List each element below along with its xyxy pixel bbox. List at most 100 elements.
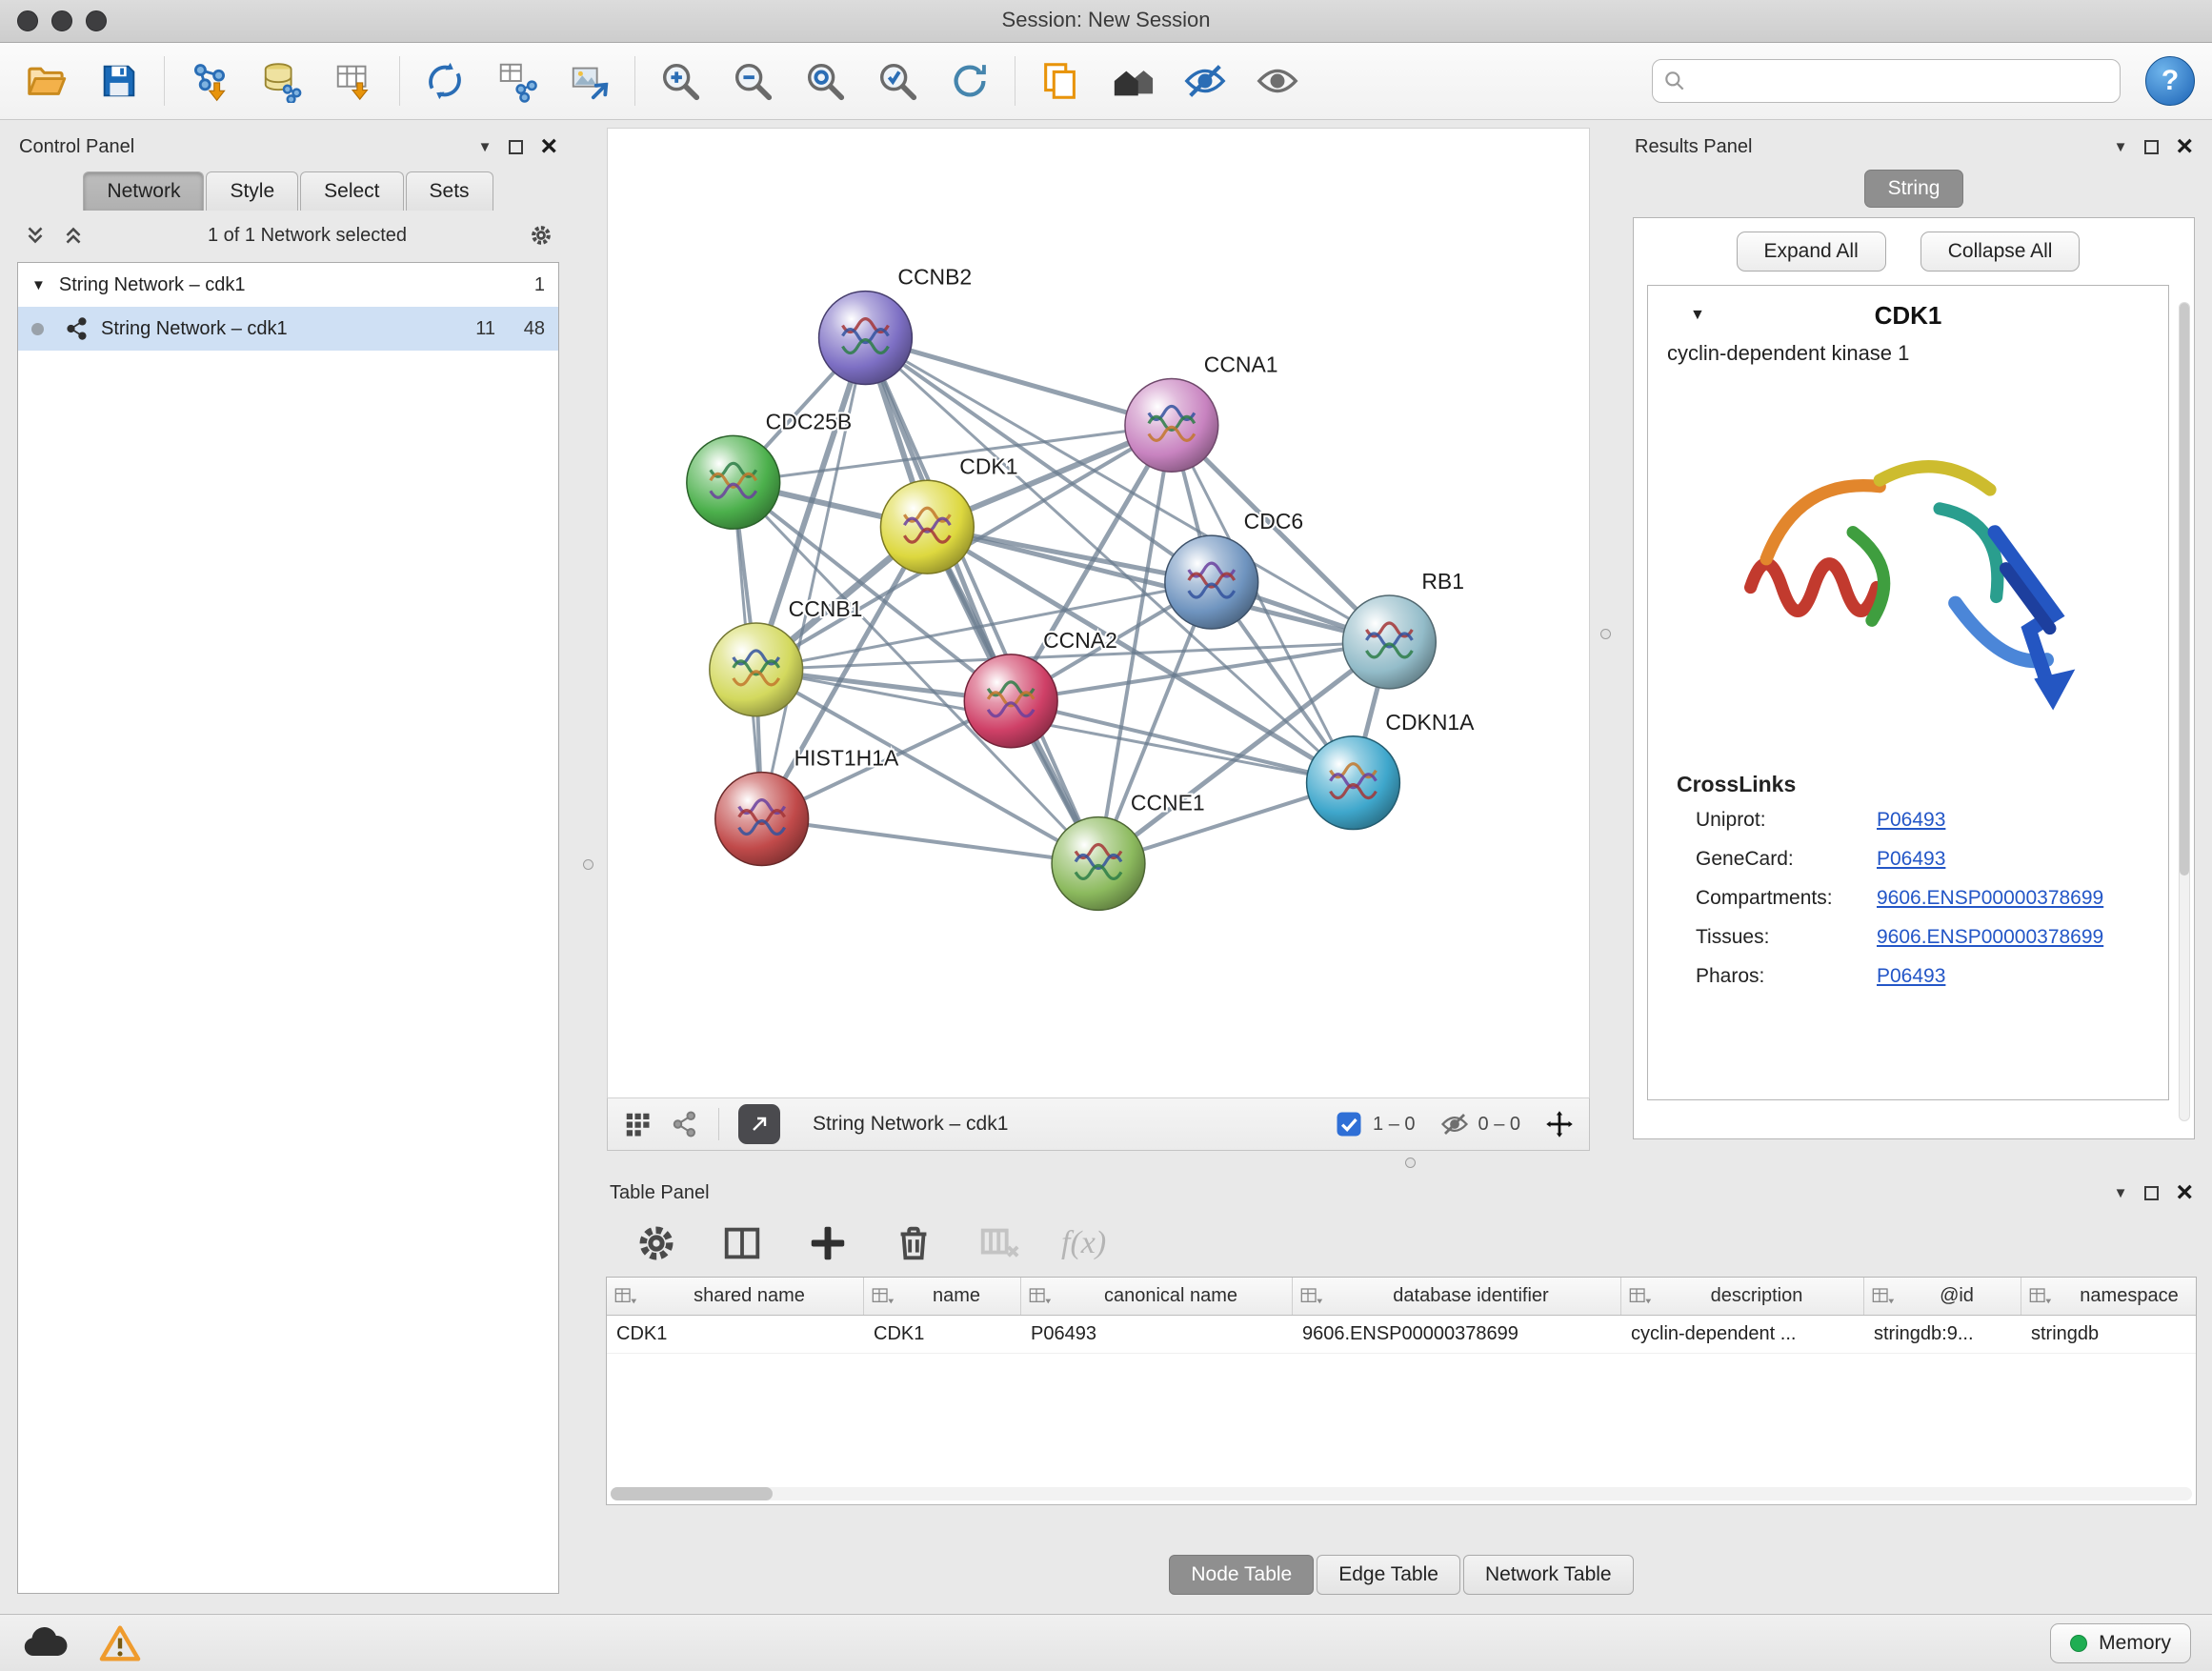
tab-node-table[interactable]: Node Table bbox=[1169, 1555, 1314, 1595]
splitter-handle[interactable] bbox=[583, 859, 593, 870]
grid-view-icon[interactable] bbox=[623, 1110, 652, 1138]
zoom-selected-button[interactable] bbox=[868, 51, 927, 111]
toolbar-separator bbox=[164, 56, 165, 106]
node-label: CCNB1 bbox=[789, 596, 863, 621]
network-node-RB1[interactable]: RB1 bbox=[1342, 569, 1463, 689]
hidden-eye-icon[interactable] bbox=[1440, 1110, 1469, 1138]
save-session-button[interactable] bbox=[90, 51, 149, 111]
home-layout-button[interactable] bbox=[1103, 51, 1162, 111]
network-node-CDKN1A[interactable]: CDKN1A bbox=[1307, 710, 1476, 830]
tab-string[interactable]: String bbox=[1864, 170, 1964, 208]
splitter-handle[interactable] bbox=[1405, 1158, 1416, 1168]
warning-icon[interactable] bbox=[95, 1624, 145, 1662]
network-node-CCNB1[interactable]: CCNB1 bbox=[710, 596, 863, 716]
crosslink-value[interactable]: 9606.ENSP00000378699 bbox=[1877, 887, 2103, 910]
save-floppy-icon bbox=[97, 59, 141, 103]
panel-menu-icon[interactable]: ▼ bbox=[2114, 1186, 2128, 1200]
crosslink-value[interactable]: P06493 bbox=[1877, 965, 1945, 988]
new-network-button[interactable] bbox=[415, 51, 474, 111]
tab-network[interactable]: Network bbox=[83, 171, 204, 211]
network-canvas[interactable]: CCNB2CCNA1CDC25BCDK1CDC6RB1CCNB1CCNA2CDK… bbox=[607, 128, 1590, 1098]
network-edge[interactable] bbox=[762, 819, 1098, 864]
table-options-button[interactable] bbox=[633, 1219, 680, 1267]
crosslink-value[interactable]: P06493 bbox=[1877, 809, 1945, 832]
export-image-button[interactable] bbox=[560, 51, 619, 111]
selected-checkbox-icon[interactable] bbox=[1335, 1110, 1363, 1138]
show-columns-button[interactable] bbox=[718, 1219, 766, 1267]
column-header-canonical-name[interactable]: canonical name bbox=[1021, 1278, 1293, 1315]
network-node-CDC6[interactable]: CDC6 bbox=[1165, 509, 1303, 629]
create-column-button[interactable] bbox=[804, 1219, 852, 1267]
expand-all-icon[interactable] bbox=[61, 223, 86, 248]
refresh-view-button[interactable] bbox=[940, 51, 999, 111]
network-node-CDK1[interactable]: CDK1 bbox=[880, 453, 1017, 574]
panel-menu-icon[interactable]: ▼ bbox=[2114, 140, 2128, 154]
expand-all-button[interactable]: Expand All bbox=[1737, 232, 1886, 272]
network-collection-row[interactable]: ▼ String Network – cdk1 1 bbox=[18, 263, 558, 307]
panel-close-icon[interactable]: × bbox=[2176, 1178, 2193, 1207]
network-node-HIST1H1A[interactable]: HIST1H1A bbox=[715, 746, 899, 866]
crosslink-value[interactable]: P06493 bbox=[1877, 848, 1945, 871]
cloud-icon[interactable] bbox=[21, 1624, 70, 1662]
toolbar-search[interactable] bbox=[1652, 59, 2121, 103]
show-all-button[interactable] bbox=[1248, 51, 1307, 111]
horizontal-scrollbar[interactable] bbox=[611, 1487, 2192, 1500]
network-edge[interactable] bbox=[865, 338, 1098, 864]
hide-selected-button[interactable] bbox=[1176, 51, 1235, 111]
detach-view-button[interactable] bbox=[738, 1104, 780, 1144]
column-header-shared-name[interactable]: shared name bbox=[607, 1278, 864, 1315]
network-row[interactable]: String Network – cdk1 11 48 bbox=[18, 307, 558, 351]
panel-float-icon[interactable] bbox=[509, 140, 523, 154]
zoom-fit-button[interactable] bbox=[795, 51, 855, 111]
tab-edge-table[interactable]: Edge Table bbox=[1317, 1555, 1460, 1595]
network-from-table-icon bbox=[495, 59, 539, 103]
zoom-in-icon bbox=[658, 59, 702, 103]
import-network-database-icon bbox=[260, 59, 304, 103]
entry-disclosure-icon[interactable]: ▼ bbox=[1690, 307, 1705, 324]
control-panel-header: Control Panel ▼ × bbox=[10, 128, 567, 166]
column-header-description[interactable]: description bbox=[1621, 1278, 1864, 1315]
memory-button[interactable]: Memory bbox=[2050, 1623, 2191, 1663]
search-input[interactable] bbox=[1695, 70, 2110, 92]
tab-style[interactable]: Style bbox=[206, 171, 298, 211]
help-button[interactable]: ? bbox=[2145, 56, 2195, 106]
table-row[interactable]: CDK1CDK1P064939606.ENSP00000378699cyclin… bbox=[607, 1316, 2196, 1354]
import-network-from-file-button[interactable] bbox=[180, 51, 239, 111]
panel-close-icon[interactable]: × bbox=[540, 132, 557, 161]
splitter-handle[interactable] bbox=[1600, 629, 1611, 639]
panel-float-icon[interactable] bbox=[2144, 140, 2159, 154]
clipboard-button[interactable] bbox=[1031, 51, 1090, 111]
network-from-table-button[interactable] bbox=[488, 51, 547, 111]
results-vertical-scrollbar[interactable] bbox=[2179, 302, 2190, 1121]
network-node-CCNA1[interactable]: CCNA1 bbox=[1125, 352, 1278, 472]
column-header-name[interactable]: name bbox=[864, 1278, 1021, 1315]
disclosure-triangle-icon[interactable]: ▼ bbox=[31, 277, 46, 293]
crosslink-value[interactable]: 9606.ENSP00000378699 bbox=[1877, 926, 2103, 949]
panel-menu-icon[interactable]: ▼ bbox=[478, 140, 493, 154]
open-session-button[interactable] bbox=[17, 51, 76, 111]
zoom-in-button[interactable] bbox=[651, 51, 710, 111]
collapse-all-icon[interactable] bbox=[23, 223, 48, 248]
eye-slash-icon bbox=[1183, 59, 1227, 103]
network-graph[interactable]: CCNB2CCNA1CDC25BCDK1CDC6RB1CCNB1CCNA2CDK… bbox=[608, 129, 1589, 1097]
import-network-from-database-button[interactable] bbox=[252, 51, 312, 111]
table-cell: 9606.ENSP00000378699 bbox=[1293, 1316, 1621, 1353]
panel-float-icon[interactable] bbox=[2144, 1186, 2159, 1200]
pan-crosshair-icon[interactable] bbox=[1545, 1110, 1574, 1138]
column-type-icon bbox=[1029, 1287, 1052, 1306]
tab-select[interactable]: Select bbox=[300, 171, 403, 211]
panel-close-icon[interactable]: × bbox=[2176, 132, 2193, 161]
tab-network-table[interactable]: Network Table bbox=[1463, 1555, 1634, 1595]
column-header-namespace[interactable]: namespace bbox=[2021, 1278, 2197, 1315]
column-header--id[interactable]: @id bbox=[1864, 1278, 2021, 1315]
network-view-icon[interactable] bbox=[671, 1110, 699, 1138]
column-header-database-identifier[interactable]: database identifier bbox=[1293, 1278, 1621, 1315]
network-options-gear-icon[interactable] bbox=[529, 223, 553, 248]
collapse-all-button[interactable]: Collapse All bbox=[1920, 232, 2081, 272]
tab-sets[interactable]: Sets bbox=[406, 171, 493, 211]
zoom-out-button[interactable] bbox=[723, 51, 782, 111]
import-table-from-file-button[interactable] bbox=[325, 51, 384, 111]
network-node-CCNB2[interactable]: CCNB2 bbox=[819, 265, 973, 385]
table-cell: P06493 bbox=[1021, 1316, 1293, 1353]
delete-column-button[interactable] bbox=[890, 1219, 937, 1267]
